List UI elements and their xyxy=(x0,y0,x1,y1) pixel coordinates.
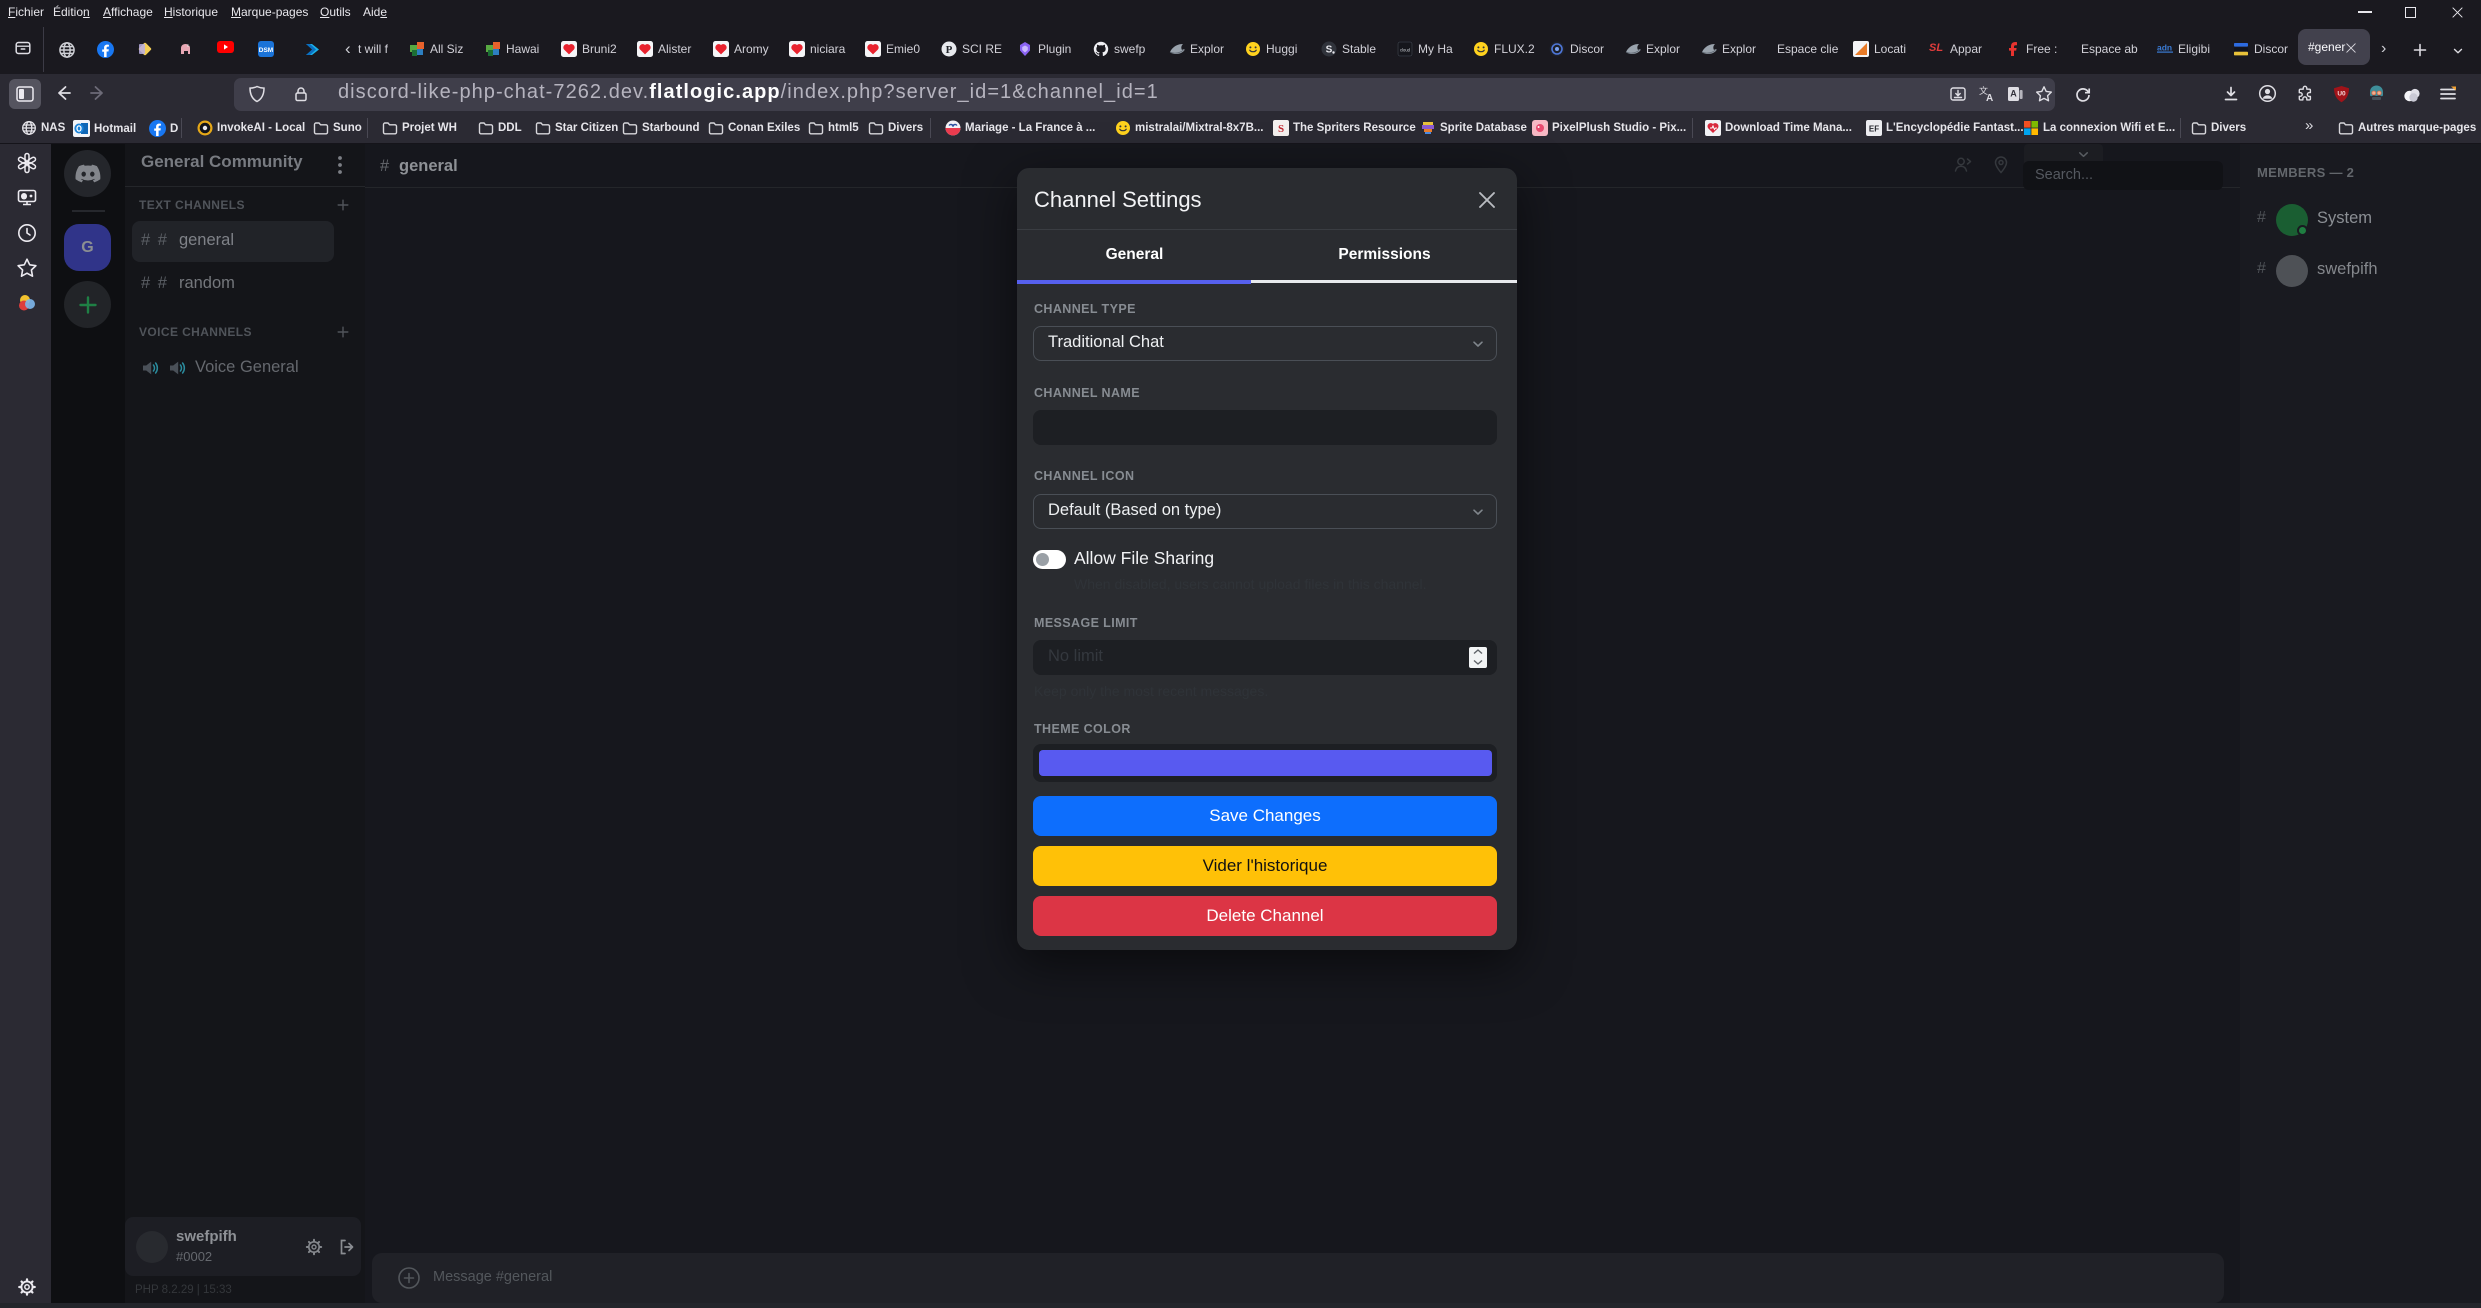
svg-text:SL: SL xyxy=(1929,42,1943,53)
svg-text:A: A xyxy=(2010,89,2017,99)
svg-text:A: A xyxy=(1986,93,1993,103)
svg-text:S: S xyxy=(1326,45,1333,56)
svg-text:S: S xyxy=(1278,123,1284,135)
svg-text:P: P xyxy=(946,44,953,56)
svg-text:DSM: DSM xyxy=(259,47,273,54)
svg-text:U0: U0 xyxy=(2337,91,2346,98)
svg-text:EF: EF xyxy=(1869,125,1879,134)
svg-text:cloud: cloud xyxy=(1400,48,1411,53)
svg-text:adn: adn xyxy=(2157,43,2172,53)
